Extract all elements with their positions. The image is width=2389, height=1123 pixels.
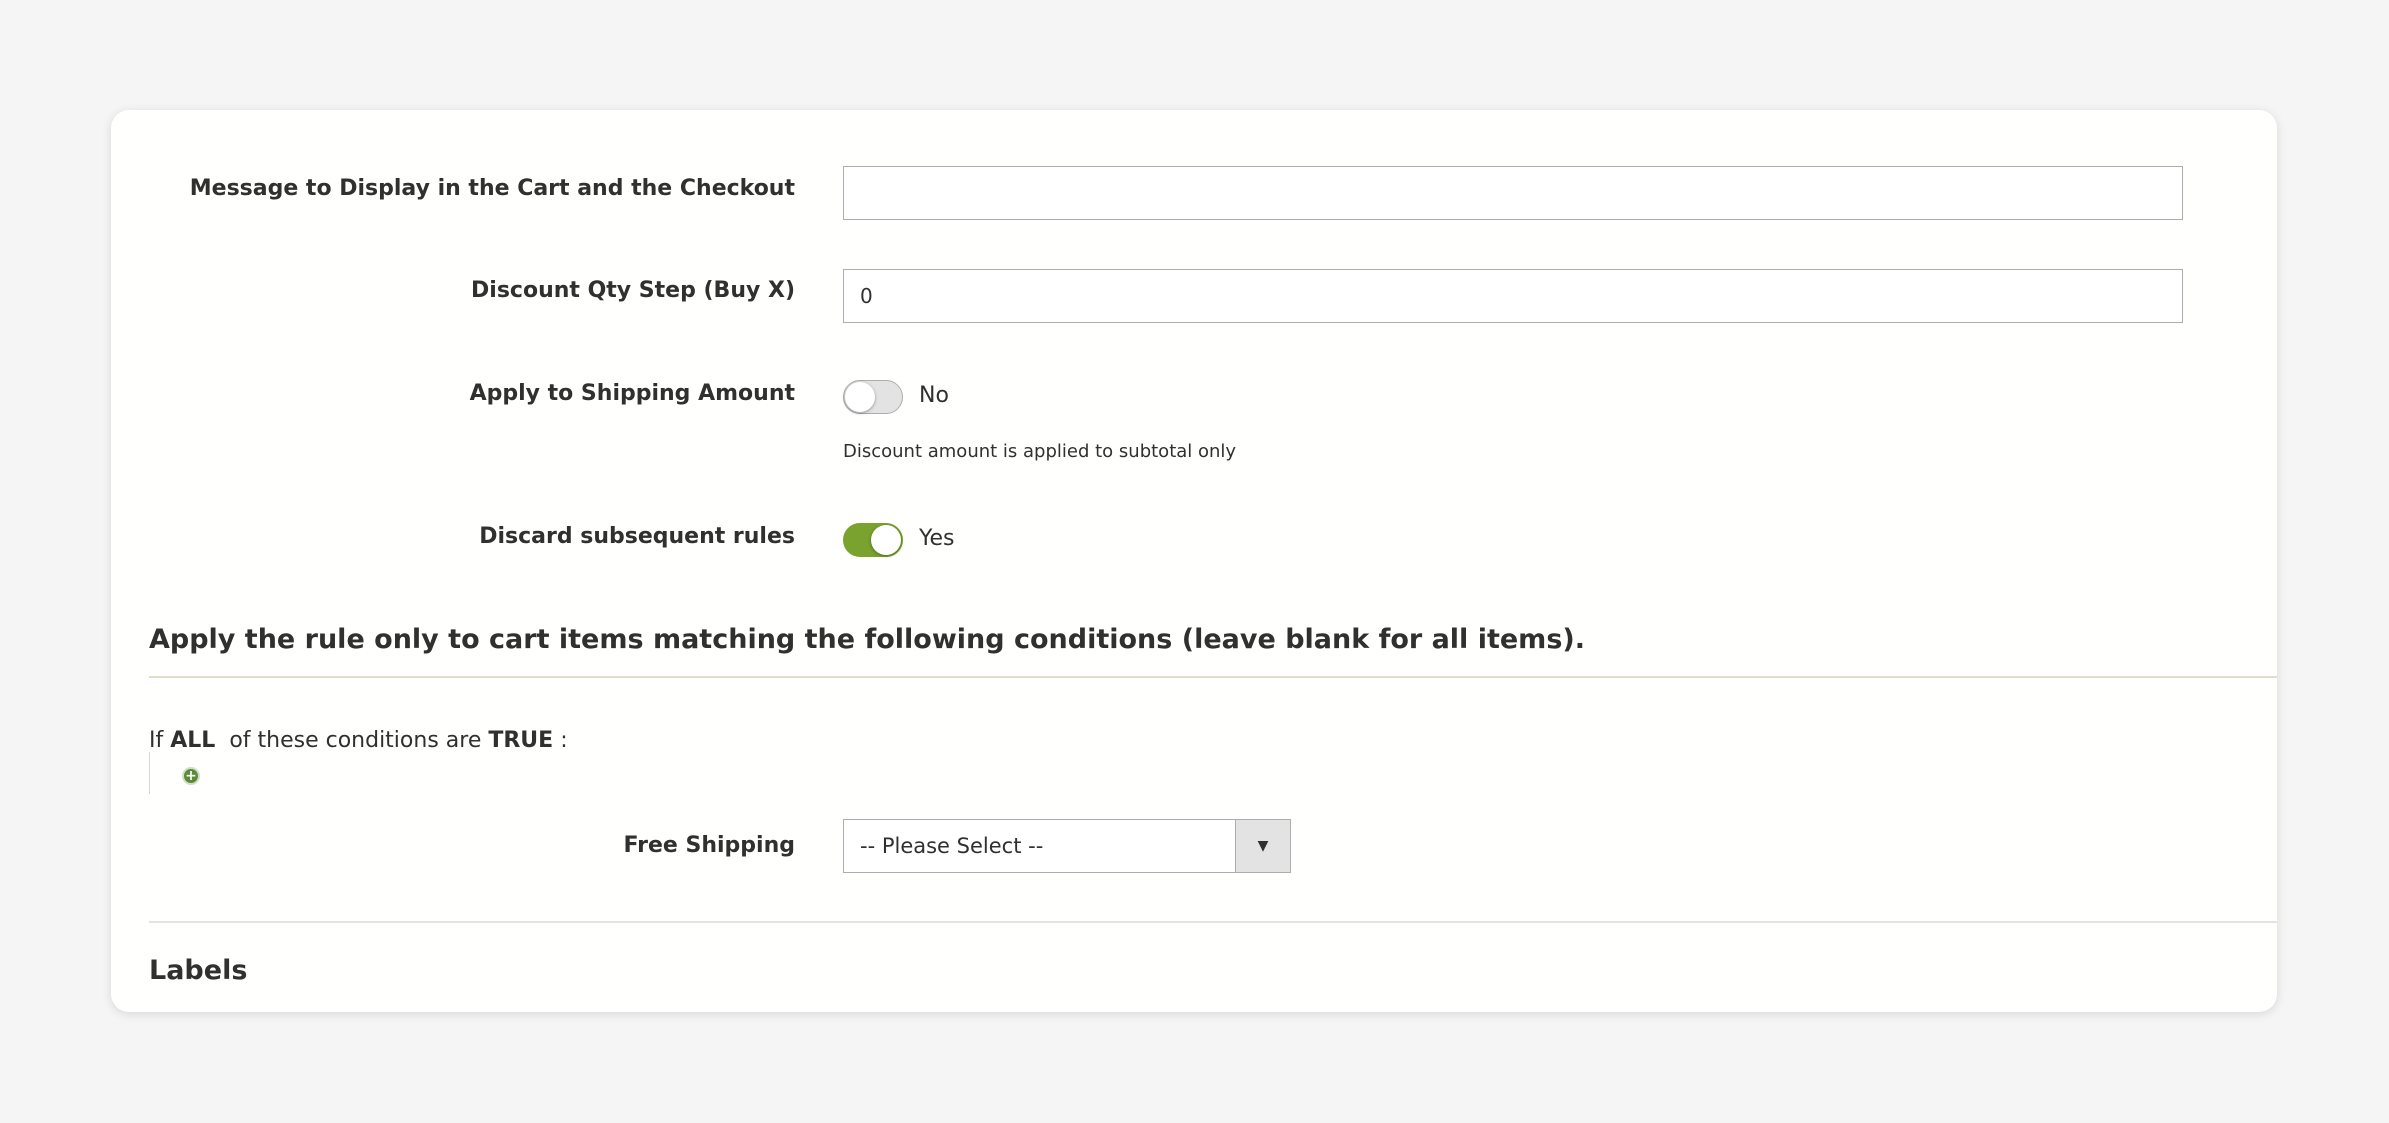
message-input[interactable]	[843, 166, 2183, 220]
labels-divider	[149, 921, 2277, 923]
condition-aggregator[interactable]: ALL	[170, 728, 215, 753]
message-label: Message to Display in the Cart and the C…	[189, 176, 795, 201]
condition-prefix: If	[149, 728, 164, 753]
condition-suffix: :	[560, 728, 568, 753]
condition-value[interactable]: TRUE	[488, 728, 553, 753]
free-shipping-select[interactable]: -- Please Select -- ▼	[843, 819, 1291, 873]
condition-statement: If ALL of these conditions are TRUE :	[149, 728, 568, 753]
condition-tree-bar	[149, 752, 150, 794]
discard-rules-label: Discard subsequent rules	[479, 524, 795, 549]
chevron-down-icon[interactable]: ▼	[1235, 820, 1290, 872]
apply-shipping-toggle[interactable]	[843, 380, 903, 414]
free-shipping-selected: -- Please Select --	[860, 834, 1044, 858]
add-condition-icon[interactable]: +	[182, 767, 200, 785]
discard-rules-state: Yes	[919, 526, 955, 551]
apply-shipping-state: No	[919, 383, 949, 408]
conditions-section-title: Apply the rule only to cart items matchi…	[149, 624, 1585, 655]
toggle-knob	[871, 525, 901, 555]
discard-rules-toggle[interactable]	[843, 523, 903, 557]
labels-section-title[interactable]: Labels	[149, 955, 247, 986]
qty-step-input[interactable]	[843, 269, 2183, 323]
qty-step-label: Discount Qty Step (Buy X)	[471, 278, 795, 303]
toggle-knob	[845, 382, 875, 412]
condition-middle: of these conditions are	[229, 728, 482, 753]
rule-form-panel: Message to Display in the Cart and the C…	[111, 110, 2277, 1012]
apply-shipping-label: Apply to Shipping Amount	[469, 381, 795, 406]
free-shipping-label: Free Shipping	[623, 833, 795, 858]
apply-shipping-note: Discount amount is applied to subtotal o…	[843, 441, 1237, 462]
conditions-divider	[149, 676, 2277, 678]
